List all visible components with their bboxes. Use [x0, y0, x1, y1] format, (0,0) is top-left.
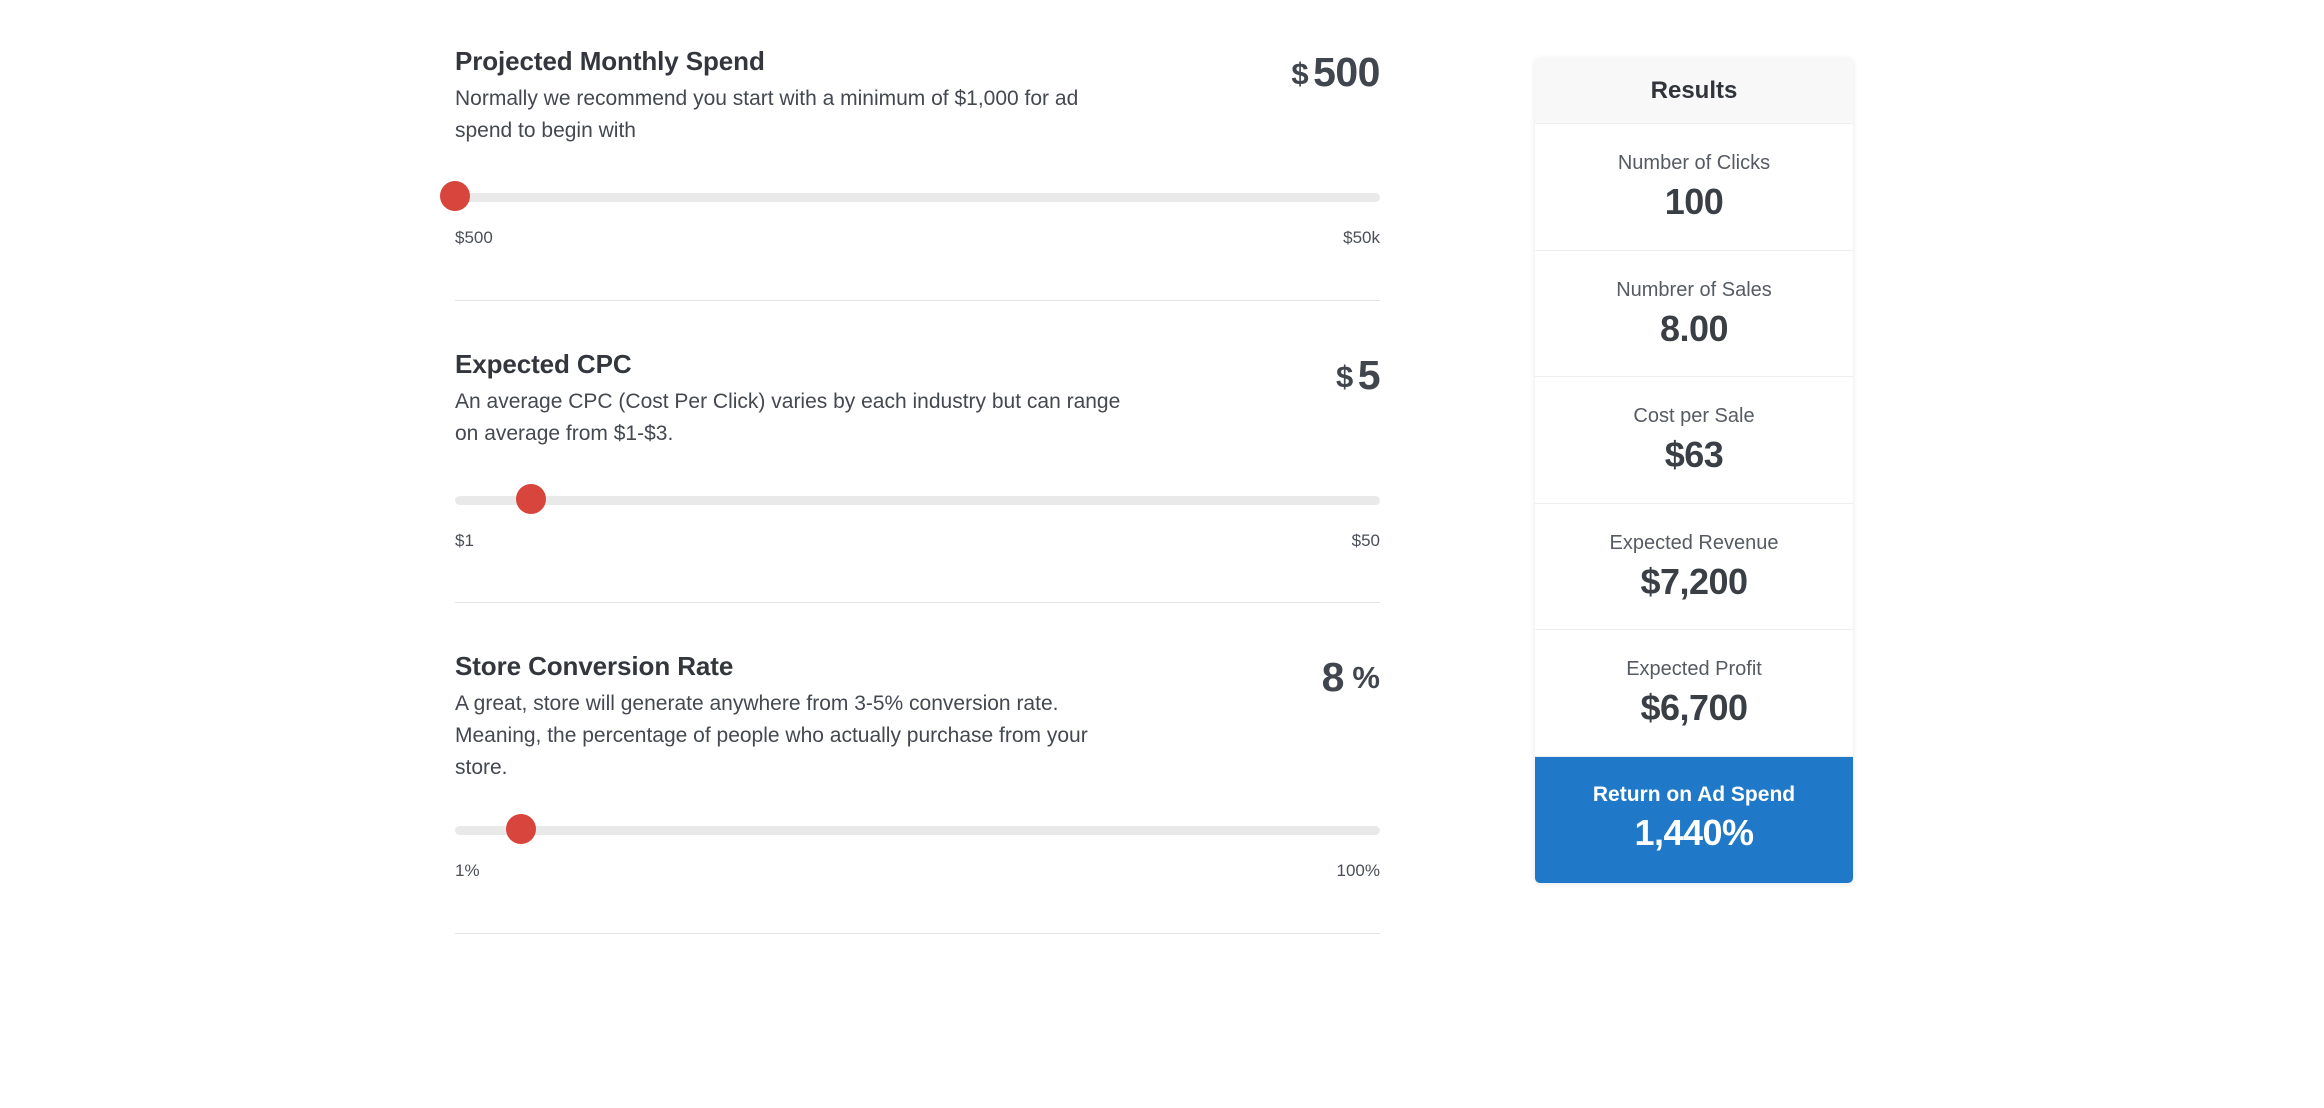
value-number: 5: [1357, 352, 1381, 398]
calculator-column: Projected Monthly Spend Normally we reco…: [440, 0, 1381, 934]
section-text-block: Projected Monthly Spend Normally we reco…: [455, 46, 1135, 147]
slider-scale: $1 $50: [455, 531, 1380, 551]
slider-section-expected-cpc: Expected CPC An average CPC (Cost Per Cl…: [455, 301, 1381, 551]
slider-track[interactable]: [455, 193, 1380, 202]
slider-handle[interactable]: [505, 813, 536, 844]
result-label: Expected Profit: [1626, 658, 1762, 681]
result-row: Number of Clicks 100: [1535, 124, 1853, 251]
section-value-display: $ 500: [1260, 46, 1380, 93]
result-label: Number of Clicks: [1617, 152, 1771, 174]
roas-value: 1,440%: [1634, 812, 1754, 854]
slider-min-label: 1%: [455, 860, 480, 880]
slider-min-label: $500: [455, 228, 493, 247]
section-title: Expected CPC: [455, 349, 632, 379]
slider-section-store-conversion-rate: Store Conversion Rate A great, store wil…: [455, 603, 1380, 881]
slider-handle[interactable]: [515, 484, 546, 514]
result-row: Expected Revenue $7,200: [1535, 504, 1853, 631]
results-panel-title: Results: [1535, 58, 1853, 124]
section-header: Store Conversion Rate A great, store wil…: [455, 651, 1380, 784]
slider-max-label: $50: [1351, 531, 1380, 550]
slider-track[interactable]: [455, 825, 1380, 835]
slider-handle[interactable]: [440, 181, 470, 211]
result-label: Numbrer of Sales: [1616, 278, 1772, 301]
section-description: An average CPC (Cost Per Click) varies b…: [455, 390, 1121, 446]
result-value: $6,700: [1640, 687, 1748, 729]
roas-label: Return on Ad Spend: [1592, 782, 1796, 806]
results-panel: Results Number of Clicks 100 Numbrer of …: [1535, 58, 1853, 883]
section-value-display: 8 %: [1260, 651, 1380, 698]
result-value: $7,200: [1640, 560, 1748, 602]
value-currency-symbol: $: [1335, 359, 1354, 394]
slider-section-projected-monthly-spend: Projected Monthly Spend Normally we reco…: [440, 0, 1380, 248]
section-header: Projected Monthly Spend Normally we reco…: [455, 46, 1380, 147]
slider-scale: $500 $50k: [455, 228, 1380, 248]
result-label: Cost per Sale: [1633, 405, 1755, 428]
result-value: 8.00: [1659, 307, 1729, 349]
section-divider: [455, 932, 1380, 934]
conversion-rate-slider[interactable]: [455, 813, 1380, 848]
result-value: 100: [1664, 181, 1724, 222]
section-text-block: Expected CPC An average CPC (Cost Per Cl…: [455, 349, 1135, 450]
result-row: Numbrer of Sales 8.00: [1535, 251, 1853, 378]
section-description: A great, store will generate anywhere fr…: [455, 692, 1088, 779]
section-description: Normally we recommend you start with a m…: [455, 87, 1079, 143]
value-percent-symbol: %: [1352, 660, 1380, 695]
value-number: 8: [1321, 654, 1345, 700]
slider-min-label: $1: [455, 531, 474, 550]
slider-track[interactable]: [455, 496, 1380, 505]
return-on-ad-spend-row: Return on Ad Spend 1,440%: [1535, 756, 1853, 883]
value-number: 500: [1313, 49, 1380, 95]
slider-scale: 1% 100%: [455, 861, 1380, 881]
section-title: Projected Monthly Spend: [455, 46, 765, 76]
section-text-block: Store Conversion Rate A great, store wil…: [455, 651, 1135, 784]
slider-max-label: 100%: [1336, 860, 1380, 880]
section-title: Store Conversion Rate: [455, 651, 734, 681]
result-label: Expected Revenue: [1609, 531, 1779, 554]
value-currency-symbol: $: [1291, 56, 1309, 91]
spend-slider[interactable]: [440, 181, 1380, 215]
result-value: $63: [1664, 434, 1724, 476]
cpc-slider[interactable]: [455, 484, 1380, 518]
result-row: Cost per Sale $63: [1535, 377, 1853, 504]
slider-max-label: $50k: [1343, 228, 1380, 247]
result-row: Expected Profit $6,700: [1535, 630, 1853, 757]
section-header: Expected CPC An average CPC (Cost Per Cl…: [455, 349, 1381, 450]
section-value-display: $ 5: [1260, 349, 1381, 398]
